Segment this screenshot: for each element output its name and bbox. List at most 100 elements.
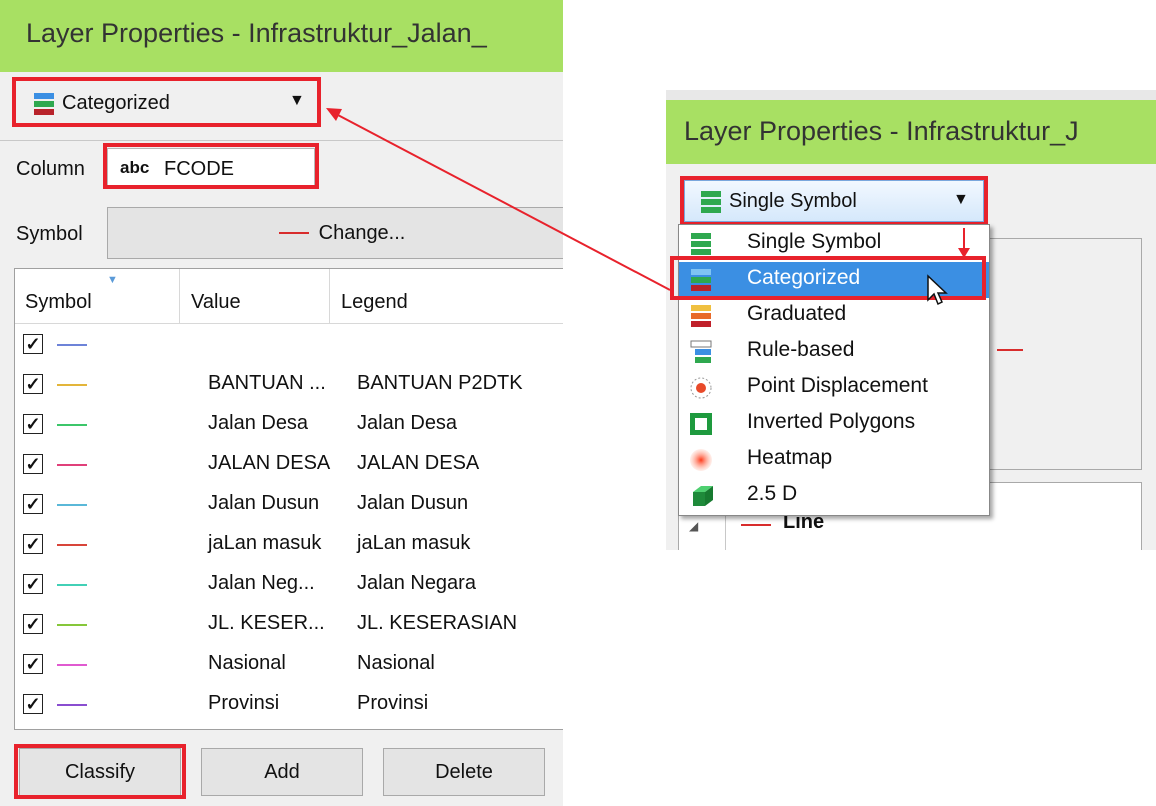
header-divider [329,269,330,323]
table-row[interactable]: ✓ Jalan Desa Jalan Desa [15,407,563,444]
row-value: Jalan Desa [208,412,309,434]
table-row[interactable]: ✓ JALAN DESA JALAN DESA [15,447,563,484]
menu-item-label: Heatmap [747,446,833,469]
menu-item-label: Graduated [747,302,847,325]
highlight-classify-button [14,744,186,799]
row-symbol-line [57,704,87,706]
row-value: Nasional [208,652,286,674]
point-displacement-icon [690,377,712,399]
tree-expand-icon: ◢ [689,519,699,533]
table-row[interactable]: ✓ JL. KESER... JL. KESERASIAN [15,607,563,644]
row-symbol-line [57,464,87,466]
table-row[interactable]: ✓ Provinsi Provinsi [15,687,563,724]
table-row[interactable]: ✓ Jalan Neg... Jalan Negara [15,567,563,604]
row-legend: Jalan Negara [357,572,476,594]
row-symbol-line [57,584,87,586]
table-row[interactable]: ✓ jaLan masuk jaLan masuk [15,527,563,564]
row-checkbox[interactable]: ✓ [23,534,43,554]
row-value: Jalan Dusun [208,492,320,514]
row-checkbox[interactable]: ✓ [23,694,43,714]
row-value: Jalan Neg... [208,572,315,594]
table-row[interactable]: ✓ BANTUAN ... BANTUAN P2DTK [15,367,563,404]
row-legend: Provinsi [357,692,429,714]
row-symbol-line [57,544,87,546]
window-title: Layer Properties - Infrastruktur_Jalan_ [26,18,487,48]
row-checkbox[interactable]: ✓ [23,494,43,514]
row-value: jaLan masuk [208,532,322,554]
menu-item-label: 2.5 D [747,482,798,505]
add-button-label: Add [264,760,300,783]
graduated-icon [691,305,711,327]
row-legend: BANTUAN P2DTK [357,372,523,394]
window-title-bar: Layer Properties - Infrastruktur_Jalan_ [0,0,563,72]
menu-item-label: Point Displacement [747,374,928,397]
down-arrow-indicator-icon [958,228,970,258]
row-checkbox[interactable]: ✓ [23,614,43,634]
highlight-renderer-combo [680,176,988,226]
toolbar-strip [666,90,1156,100]
menu-item-heatmap[interactable]: Heatmap [679,442,989,478]
row-legend: Jalan Desa [357,412,458,434]
row-legend: JL. KESERASIAN [357,612,518,634]
change-symbol-button[interactable]: Change... [107,207,563,259]
menu-item-label: Single Symbol [747,230,882,253]
row-value: JL. KESER... [208,612,325,634]
2-5d-icon [693,486,713,506]
window-title-bar: Layer Properties - Infrastruktur_J [666,100,1156,164]
column-label: Column [16,158,85,180]
row-value: Provinsi [208,692,280,714]
menu-item-2-5-d[interactable]: 2.5 D [679,478,989,514]
mouse-cursor-icon [927,274,948,306]
row-legend: jaLan masuk [357,532,471,554]
layer-properties-panel-left: Layer Properties - Infrastruktur_Jalan_ … [0,0,563,806]
table-body: ✓ ✓ BANTUAN ... BANTUAN P2DTK ✓ Jalan Desa Jal… [15,327,563,727]
add-button[interactable]: Add [201,748,363,796]
column-header-legend[interactable]: Legend [341,291,408,314]
row-value: BANTUAN ... [208,372,326,394]
layer-properties-panel-right: Layer Properties - Infrastruktur_J ◢ Lin… [666,90,1156,550]
symbol-preview-area [966,238,1142,470]
row-checkbox[interactable]: ✓ [23,454,43,474]
header-divider [179,269,180,323]
categories-table[interactable]: ▼ Symbol Value Legend ✓ ✓ BANTUAN ... BANTU… [14,268,563,730]
menu-item-inverted-polygons[interactable]: Inverted Polygons [679,406,989,442]
row-legend: Jalan Dusun [357,492,469,514]
row-checkbox[interactable]: ✓ [23,654,43,674]
change-symbol-label: Change... [318,221,406,244]
row-symbol-line [57,424,87,426]
inverted-polygons-icon [690,413,712,435]
symbol-preview-line [997,349,1023,351]
divider [0,140,563,141]
sort-indicator-icon: ▼ [107,274,118,286]
row-checkbox[interactable]: ✓ [23,334,43,354]
highlight-column-field [103,143,319,189]
symbol-label: Symbol [16,223,83,245]
column-header-symbol[interactable]: Symbol [25,291,92,314]
delete-button[interactable]: Delete [383,748,545,796]
table-row[interactable]: ✓ Nasional Nasional [15,647,563,684]
column-header-value[interactable]: Value [191,291,241,314]
row-value: JALAN DESA [208,452,331,474]
highlight-renderer-combo [12,77,321,127]
row-checkbox[interactable]: ✓ [23,374,43,394]
menu-item-point-displacement[interactable]: Point Displacement [679,370,989,406]
window-title: Layer Properties - Infrastruktur_J [684,116,1079,146]
row-symbol-line [57,344,87,346]
table-row[interactable]: ✓ Jalan Dusun Jalan Dusun [15,487,563,524]
row-legend: JALAN DESA [357,452,480,474]
single-symbol-icon [691,233,711,255]
row-symbol-line [57,384,87,386]
header-bottom-border [15,323,563,324]
row-checkbox[interactable]: ✓ [23,414,43,434]
table-row[interactable]: ✓ [15,327,563,364]
menu-item-label: Rule-based [747,338,855,361]
delete-button-label: Delete [435,760,493,783]
line-symbol-preview [741,524,771,526]
row-symbol-line [57,664,87,666]
symbol-preview [278,232,309,234]
row-symbol-line [57,504,87,506]
rule-based-icon [690,340,712,363]
menu-item-rule-based[interactable]: Rule-based [679,334,989,370]
row-legend: Nasional [357,652,435,674]
row-checkbox[interactable]: ✓ [23,574,43,594]
